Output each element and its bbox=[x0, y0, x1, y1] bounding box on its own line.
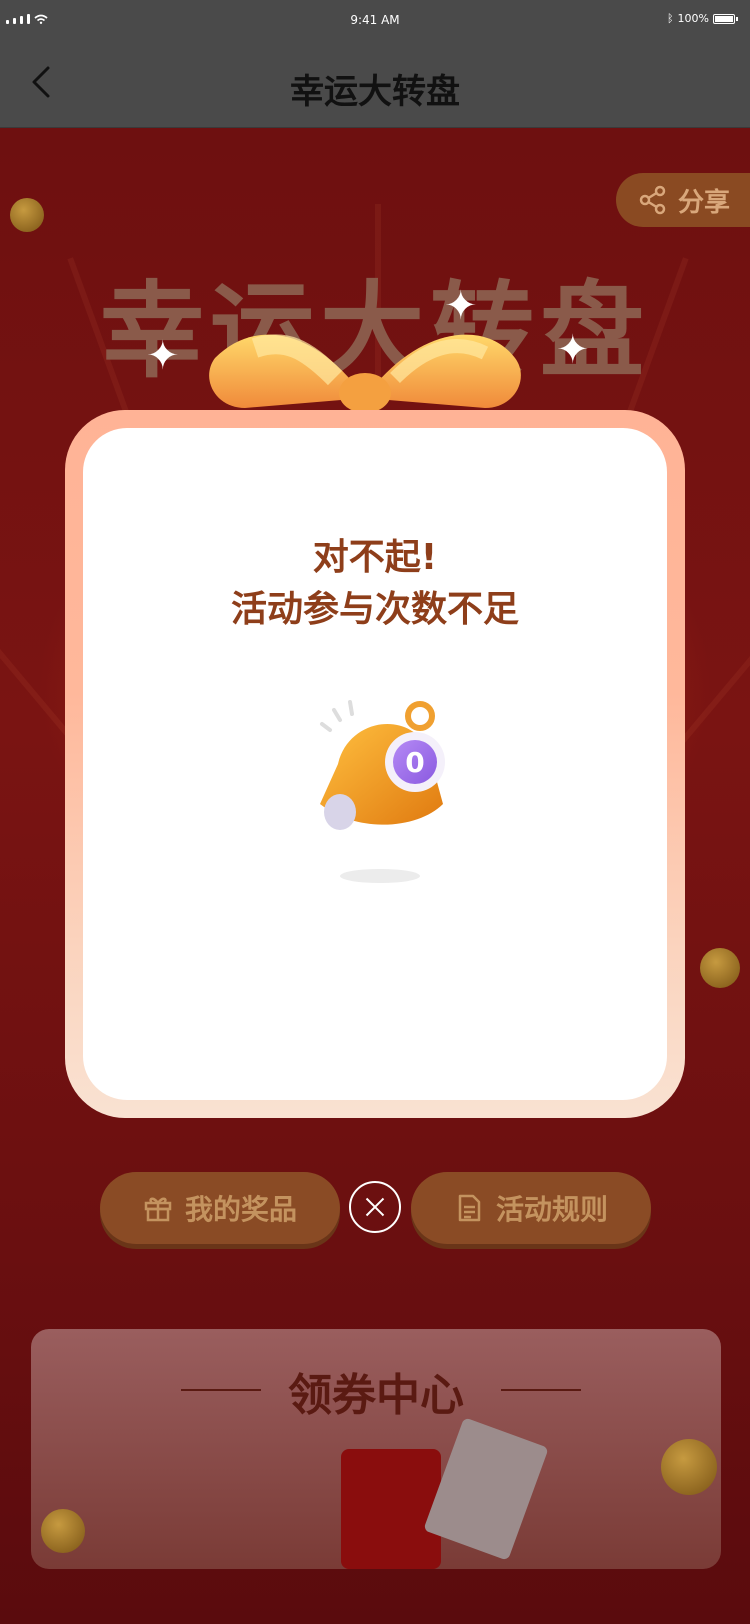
coin-decoration bbox=[661, 1439, 717, 1495]
bell-icon: 0 bbox=[320, 700, 445, 883]
divider bbox=[501, 1389, 581, 1391]
bell-count: 0 bbox=[405, 746, 424, 779]
modal-content: 对不起! 活动参与次数不足 0 bbox=[83, 428, 667, 1100]
coin-decoration bbox=[10, 198, 44, 232]
modal-message-line2: 活动参与次数不足 bbox=[230, 589, 519, 630]
battery-icon bbox=[713, 13, 735, 24]
sparkle-icon: ✦ bbox=[444, 283, 478, 329]
status-bar: 9:41 AM ᛒ 100% bbox=[0, 0, 750, 44]
share-icon bbox=[639, 185, 666, 215]
navigation-bar: 幸运大转盘 bbox=[0, 44, 750, 128]
coin-decoration bbox=[41, 1509, 85, 1553]
gift-icon bbox=[144, 1197, 172, 1222]
coupon-center-title: 领券中心 bbox=[288, 1370, 464, 1421]
sparkle-icon: ✦ bbox=[556, 327, 590, 373]
document-icon bbox=[458, 1194, 481, 1222]
page-title: 幸运大转盘 bbox=[290, 72, 460, 112]
share-button[interactable]: 分享 bbox=[616, 173, 750, 227]
my-prizes-label: 我的奖品 bbox=[184, 1193, 297, 1226]
gift-bow-decoration bbox=[209, 334, 521, 413]
coupon-center-card[interactable]: 领券中心 bbox=[31, 1329, 721, 1569]
coin-decoration bbox=[700, 948, 740, 988]
sparkle-icon: ✦ bbox=[146, 333, 180, 379]
coupon-image bbox=[423, 1417, 549, 1561]
share-label: 分享 bbox=[678, 187, 731, 218]
close-modal-button[interactable] bbox=[349, 1181, 401, 1233]
modal-message-line1: 对不起! bbox=[312, 537, 438, 578]
activity-rules-button[interactable]: 活动规则 bbox=[411, 1172, 651, 1244]
my-prizes-button[interactable]: 我的奖品 bbox=[100, 1172, 340, 1244]
status-time: 9:41 AM bbox=[350, 13, 400, 27]
insufficient-chances-modal: 对不起! 活动参与次数不足 0 bbox=[65, 410, 685, 1118]
battery-percent: 100% bbox=[677, 12, 709, 25]
activity-rules-label: 活动规则 bbox=[495, 1193, 608, 1226]
red-envelope-image bbox=[341, 1449, 441, 1569]
bluetooth-icon: ᛒ bbox=[666, 12, 674, 25]
